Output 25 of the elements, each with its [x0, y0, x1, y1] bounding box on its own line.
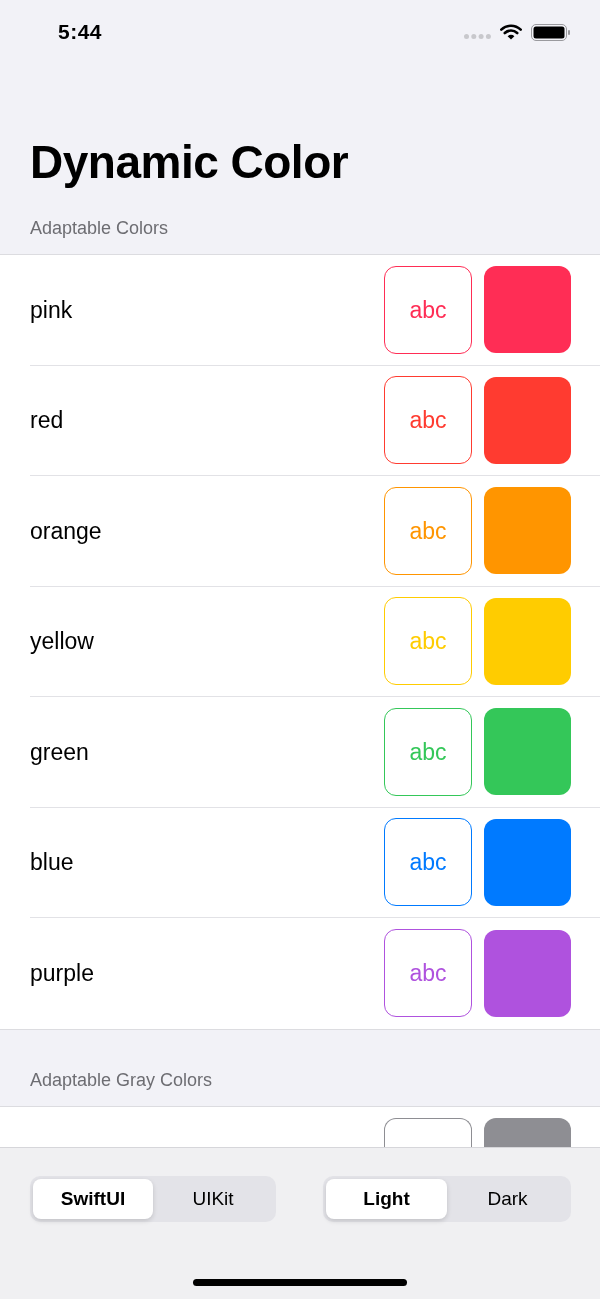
- text-sample-tile: abc: [384, 929, 472, 1018]
- page-title: Dynamic Color: [30, 135, 349, 190]
- text-sample-tile: abc: [384, 265, 472, 354]
- color-name: blue: [30, 848, 74, 877]
- color-name: red: [30, 406, 64, 435]
- text-sample-tile: abc: [384, 376, 472, 465]
- battery-icon: [531, 23, 570, 41]
- text-sample-tile: abc: [384, 818, 472, 907]
- color-name: pink: [30, 295, 73, 325]
- color-name: orange: [30, 516, 102, 546]
- text-sample-tile: abc: [384, 486, 472, 575]
- text-sample-tile: abc: [384, 707, 472, 796]
- status-time: 5:44: [58, 19, 103, 46]
- segment-button[interactable]: UIKit: [153, 1179, 273, 1219]
- color-name: yellow: [30, 627, 94, 656]
- signal-dots-icon: [464, 33, 491, 39]
- color-name: green: [30, 737, 89, 767]
- wifi-icon: [500, 24, 522, 40]
- segment-button[interactable]: Dark: [447, 1179, 568, 1219]
- segment-button[interactable]: Light: [326, 1179, 447, 1219]
- section-header: Adaptable Gray Colors: [30, 1068, 214, 1092]
- section-header: Adaptable Colors: [30, 217, 170, 240]
- color-name: purple: [30, 959, 94, 988]
- segment-button[interactable]: SwiftUI: [33, 1179, 153, 1219]
- text-sample-tile: abc: [384, 597, 472, 686]
